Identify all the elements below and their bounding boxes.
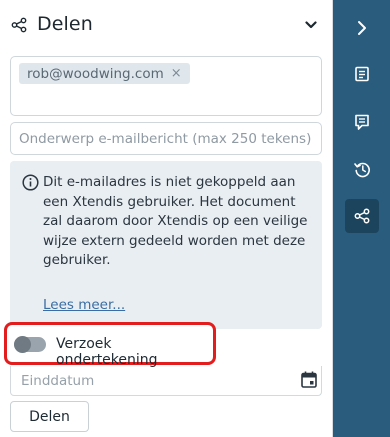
rail-collapse-button[interactable]: [345, 11, 379, 45]
share-icon: [11, 17, 27, 33]
recipients-field[interactable]: rob@woodwing.com ×: [10, 56, 322, 116]
recipient-chip-label: rob@woodwing.com: [27, 65, 164, 82]
signature-request-toggle[interactable]: [14, 336, 46, 353]
end-date-input[interactable]: [11, 366, 291, 395]
end-date-field[interactable]: [10, 366, 322, 396]
remove-recipient-icon[interactable]: ×: [171, 66, 182, 81]
info-notice: Dit e-mailadres is niet gekoppeld aan ee…: [10, 161, 322, 329]
panel-title: Delen: [37, 13, 93, 35]
share-icon: [354, 208, 370, 224]
toggle-knob: [14, 336, 31, 353]
signature-request-label: Verzoek ondertekening: [56, 336, 158, 368]
rail-document-button[interactable]: [345, 57, 379, 91]
history-icon: [353, 162, 370, 177]
share-panel: Delen rob@woodwing.com × Dit e-mailadres…: [0, 0, 333, 437]
rail-share-button[interactable]: [345, 199, 379, 233]
rail-comment-button[interactable]: [345, 105, 379, 139]
recipient-chip: rob@woodwing.com ×: [19, 63, 190, 84]
chevron-down-icon[interactable]: [305, 20, 317, 30]
info-message: Dit e-mailadres is niet gekoppeld aan ee…: [43, 174, 308, 268]
calendar-icon[interactable]: [301, 371, 317, 388]
signature-request-row[interactable]: Verzoek ondertekening: [4, 322, 216, 368]
document-icon: [355, 66, 369, 82]
rail-history-button[interactable]: [345, 152, 379, 186]
subject-input[interactable]: [10, 122, 322, 155]
panel-header[interactable]: Delen: [0, 0, 333, 52]
side-rail: [333, 0, 390, 437]
read-more-link[interactable]: Lees meer...: [43, 297, 125, 313]
share-button[interactable]: Delen: [10, 401, 89, 432]
comment-icon: [355, 114, 369, 130]
chevron-right-icon: [358, 21, 366, 35]
info-icon: [22, 174, 39, 191]
